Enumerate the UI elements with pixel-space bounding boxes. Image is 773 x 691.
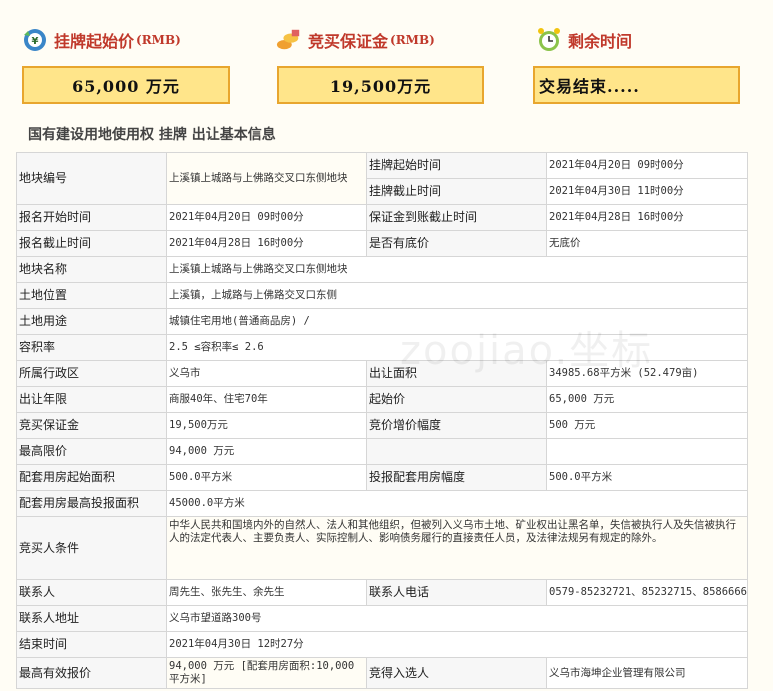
table-row: 报名开始时间 2021年04月20日 09时00分 保证金到账截止时间 2021… (16, 204, 748, 231)
term-value: 商服40年、住宅70年 (166, 386, 367, 413)
top-bid-label: 最高有效报价 (16, 657, 167, 689)
alarm-clock-icon (536, 27, 562, 53)
summary-header: ¥ 挂牌起始价 (RMB) 竞买保证金 (RMB) 剩余时间 65,000 万元… (0, 0, 773, 120)
coins-icon (276, 27, 302, 53)
listing-start-value: 2021年04月20日 09时00分 (546, 152, 748, 179)
svg-text:¥: ¥ (32, 36, 39, 47)
max-price-value: 94,000 万元 (166, 438, 367, 465)
district-value: 义乌市 (166, 360, 367, 387)
plot-no-value: 上溪镇上城路与上佛路交叉口东侧地块 (166, 152, 367, 205)
empty-cell (366, 438, 547, 465)
table-row: 联系人地址 义乌市望道路300号 (16, 605, 748, 632)
table-row: 最高有效报价 94,000 万元 [配套用房面积:10,000平方米] 竞得入选… (16, 657, 748, 689)
max-price-label: 最高限价 (16, 438, 167, 465)
housing-max-value: 45000.0平方米 (166, 490, 748, 517)
table-row: 最高限价 94,000 万元 (16, 438, 748, 465)
base-price-value: 65,000 万元 (546, 386, 748, 413)
start-price-header: ¥ 挂牌起始价 (RMB) (22, 24, 181, 56)
table-row: 结束时间 2021年04月30日 12时27分 (16, 631, 748, 658)
deposit-deadline-label: 保证金到账截止时间 (366, 204, 547, 231)
listing-end-label: 挂牌截止时间 (366, 178, 547, 205)
section-title: 国有建设用地使用权 挂牌 出让基本信息 (28, 127, 276, 143)
end-time-value: 2021年04月30日 12时27分 (166, 631, 748, 658)
housing-step-value: 500.0平方米 (546, 464, 748, 491)
contact-value: 周先生、张先生、余先生 (166, 579, 367, 606)
info-table: 地块编号 上溪镇上城路与上佛路交叉口东侧地块 挂牌起始时间 2021年04月20… (16, 152, 748, 689)
deposit-value: 19,500万元 (277, 66, 484, 104)
winner-label: 竞得入选人 (366, 657, 547, 689)
base-price-label: 起始价 (366, 386, 547, 413)
district-label: 所属行政区 (16, 360, 167, 387)
contact-label: 联系人 (16, 579, 167, 606)
remaining-time-header: 剩余时间 (536, 24, 632, 56)
location-value: 上溪镇，上城路与上佛路交叉口东侧 (166, 282, 748, 309)
table-row: 竞买保证金 19,500万元 竞价增价幅度 500 万元 (16, 412, 748, 439)
remaining-time-label: 剩余时间 (568, 32, 633, 51)
end-time-label: 结束时间 (16, 631, 167, 658)
deposit-label: 竞买保证金 (308, 32, 389, 51)
bid-deposit-value: 19,500万元 (166, 412, 367, 439)
table-row: 土地位置 上溪镇，上城路与上佛路交叉口东侧 (16, 282, 748, 309)
plot-name-value: 上溪镇上城路与上佛路交叉口东侧地块 (166, 256, 748, 283)
table-row: 土地用途 城镇住宅用地(普通商品房) / (16, 308, 748, 335)
usage-value: 城镇住宅用地(普通商品房) / (166, 308, 748, 335)
reg-start-value: 2021年04月20日 09时00分 (166, 204, 367, 231)
location-label: 土地位置 (16, 282, 167, 309)
table-row: 地块名称 上溪镇上城路与上佛路交叉口东侧地块 (16, 256, 748, 283)
table-row: 容积率 2.5 ≤容积率≤ 2.6 (16, 334, 748, 361)
table-row: 出让年限 商服40年、住宅70年 起始价 65,000 万元 (16, 386, 748, 413)
money-refresh-icon: ¥ (22, 27, 48, 53)
address-value: 义乌市望道路300号 (166, 605, 748, 632)
start-price-label: 挂牌起始价 (54, 32, 135, 51)
reserve-value: 无底价 (546, 230, 748, 257)
table-row: 地块编号 上溪镇上城路与上佛路交叉口东侧地块 挂牌起始时间 2021年04月20… (16, 152, 748, 205)
housing-max-label: 配套用房最高投报面积 (16, 490, 167, 517)
reg-start-label: 报名开始时间 (16, 204, 167, 231)
reg-end-value: 2021年04月28日 16时00分 (166, 230, 367, 257)
table-row: 联系人 周先生、张先生、余先生 联系人电话 0579-85232721、8523… (16, 579, 748, 606)
phone-label: 联系人电话 (366, 579, 547, 606)
listing-end-value: 2021年04月30日 11时00分 (546, 178, 748, 205)
usage-label: 土地用途 (16, 308, 167, 335)
page: ¥ 挂牌起始价 (RMB) 竞买保证金 (RMB) 剩余时间 65,000 万元… (0, 0, 773, 691)
area-label: 出让面积 (366, 360, 547, 387)
plot-no-label: 地块编号 (16, 152, 167, 205)
housing-step-label: 投报配套用房幅度 (366, 464, 547, 491)
far-value: 2.5 ≤容积率≤ 2.6 (166, 334, 748, 361)
increment-value: 500 万元 (546, 412, 748, 439)
table-row: 竞买人条件 中华人民共和国境内外的自然人、法人和其他组织，但被列入义乌市土地、矿… (16, 516, 748, 580)
area-value: 34985.68平方米 (52.479亩) (546, 360, 748, 387)
listing-start-label: 挂牌起始时间 (366, 152, 547, 179)
housing-base-label: 配套用房起始面积 (16, 464, 167, 491)
conditions-value: 中华人民共和国境内外的自然人、法人和其他组织，但被列入义乌市土地、矿业权出让黑名… (166, 516, 748, 580)
term-label: 出让年限 (16, 386, 167, 413)
housing-base-value: 500.0平方米 (166, 464, 367, 491)
increment-label: 竞价增价幅度 (366, 412, 547, 439)
table-row: 配套用房最高投报面积 45000.0平方米 (16, 490, 748, 517)
remaining-time-value: 交易结束..... (533, 66, 740, 104)
plot-name-label: 地块名称 (16, 256, 167, 283)
top-bid-value: 94,000 万元 [配套用房面积:10,000平方米] (166, 657, 367, 689)
empty-cell (546, 438, 748, 465)
reserve-label: 是否有底价 (366, 230, 547, 257)
conditions-label: 竞买人条件 (16, 516, 167, 580)
table-row: 配套用房起始面积 500.0平方米 投报配套用房幅度 500.0平方米 (16, 464, 748, 491)
winner-value: 义乌市海坤企业管理有限公司 (546, 657, 748, 689)
deposit-deadline-value: 2021年04月28日 16时00分 (546, 204, 748, 231)
phone-value: 0579-85232721、85232715、85866668 (546, 579, 748, 606)
far-label: 容积率 (16, 334, 167, 361)
deposit-unit: (RMB) (390, 33, 435, 47)
table-row: 所属行政区 义乌市 出让面积 34985.68平方米 (52.479亩) (16, 360, 748, 387)
start-price-unit: (RMB) (136, 33, 181, 47)
reg-end-label: 报名截止时间 (16, 230, 167, 257)
bid-deposit-label: 竞买保证金 (16, 412, 167, 439)
deposit-header: 竞买保证金 (RMB) (276, 24, 435, 56)
start-price-value: 65,000 万元 (22, 66, 230, 104)
address-label: 联系人地址 (16, 605, 167, 632)
table-row: 报名截止时间 2021年04月28日 16时00分 是否有底价 无底价 (16, 230, 748, 257)
